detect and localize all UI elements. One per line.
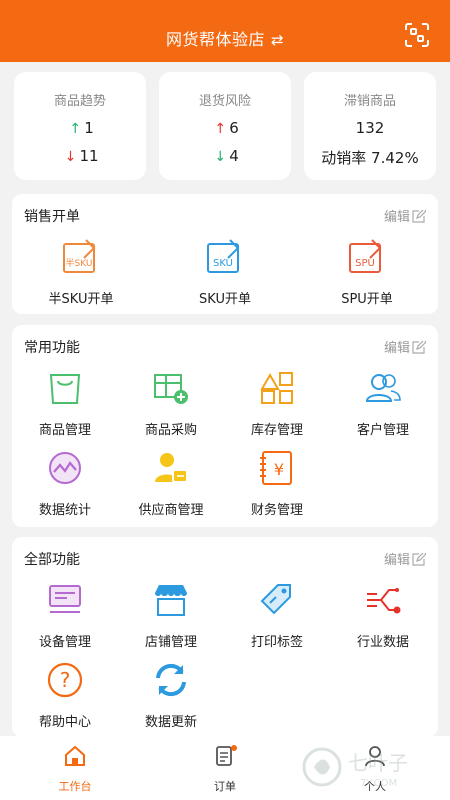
edit-button[interactable]: 编辑 xyxy=(384,337,426,356)
help-center-button[interactable]: ? 帮助中心 xyxy=(12,661,118,730)
half-sku-icon: 半SKU xyxy=(63,239,96,273)
customers-icon xyxy=(365,374,401,402)
data-refresh-button[interactable]: 数据更新 xyxy=(118,661,224,730)
sku-order-button[interactable]: SKU SKU开单 xyxy=(172,238,278,307)
item-label: 数据统计 xyxy=(38,503,91,518)
item-label: 供应商管理 xyxy=(138,503,204,518)
stat-card-return-risk[interactable]: 退货风险 ↑ 6 ↓ 4 xyxy=(159,72,291,180)
leaf-logo-icon: 七叶子 7Y.COM xyxy=(302,747,408,789)
tab-label: 工作台 xyxy=(58,780,92,793)
svg-text:7Y.COM: 7Y.COM xyxy=(360,778,397,789)
item-label: SPU开单 xyxy=(341,292,393,307)
edit-icon xyxy=(412,341,426,354)
item-label: 数据更新 xyxy=(144,715,197,730)
store-management-button[interactable]: 店铺管理 xyxy=(118,581,224,650)
switch-icon: ⇄ xyxy=(270,31,285,49)
stat-card-slow-moving[interactable]: 滞销商品 132 动销率 7.42% xyxy=(304,72,436,180)
arrow-down-icon: ↓ xyxy=(64,149,77,165)
inventory-icon xyxy=(260,372,293,404)
print-tag-button[interactable]: 打印标签 xyxy=(224,581,330,650)
industry-data-button[interactable]: 行业数据 xyxy=(330,581,436,650)
spu-icon: SPU xyxy=(349,239,382,273)
item-label: 打印标签 xyxy=(250,635,303,650)
edit-button[interactable]: 编辑 xyxy=(384,206,426,225)
item-label: 行业数据 xyxy=(356,635,409,650)
supplier-icon xyxy=(155,453,188,483)
edit-icon xyxy=(412,553,426,566)
supplier-management-button[interactable]: 供应商管理 xyxy=(118,449,224,518)
edit-button[interactable]: 编辑 xyxy=(384,549,426,568)
item-label: 商品采购 xyxy=(144,423,197,438)
section-title: 销售开单 xyxy=(24,209,80,225)
stat-count: 132 xyxy=(355,119,385,137)
store-icon xyxy=(155,585,187,616)
stat-down-value: ↓ 11 xyxy=(14,147,146,165)
item-label: 库存管理 xyxy=(250,423,303,438)
item-label: 帮助中心 xyxy=(38,715,91,730)
section-title: 常用功能 xyxy=(24,340,80,356)
half-sku-order-button[interactable]: 半SKU 半SKU开单 xyxy=(28,238,134,307)
tab-workbench[interactable]: 工作台 xyxy=(35,744,115,794)
customer-management-button[interactable]: 客户管理 xyxy=(330,369,436,438)
tab-label: 订单 xyxy=(214,780,236,793)
svg-text:SPU: SPU xyxy=(355,258,375,269)
order-icon xyxy=(216,745,237,766)
stat-up-value: ↑ 1 xyxy=(14,119,146,137)
statistics-icon xyxy=(49,452,81,484)
store-name: 网货帮体验店 xyxy=(165,30,265,49)
stat-rate: 动销率 7.42% xyxy=(321,149,419,167)
item-label: 商品管理 xyxy=(38,423,91,438)
item-label: SKU开单 xyxy=(199,292,251,307)
stat-label: 退货风险 xyxy=(198,94,251,109)
stat-down-value: ↓ 4 xyxy=(159,147,291,165)
tab-orders[interactable]: 订单 xyxy=(185,744,265,794)
workbench-icon xyxy=(65,745,85,766)
purchase-icon xyxy=(154,374,188,404)
item-label: 设备管理 xyxy=(38,635,91,650)
scan-icon[interactable] xyxy=(404,22,430,48)
finance-management-button[interactable]: ¥ 财务管理 xyxy=(224,449,330,518)
device-management-button[interactable]: 设备管理 xyxy=(12,581,118,650)
svg-text:七叶子: 七叶子 xyxy=(348,751,408,775)
print-tag-icon xyxy=(260,584,291,615)
product-management-button[interactable]: 商品管理 xyxy=(12,369,118,438)
edit-icon xyxy=(412,210,426,223)
product-purchase-button[interactable]: 商品采购 xyxy=(118,369,224,438)
industry-data-icon xyxy=(367,588,401,614)
arrow-up-icon: ↑ xyxy=(69,121,82,137)
all-functions-section: 全部功能 编辑 设备管理 店铺管理 打印标签 行业数据 ? 帮助中心 数据更新 xyxy=(12,537,438,737)
item-label: 半SKU开单 xyxy=(48,292,114,307)
watermark-logo: 七叶子 7Y.COM xyxy=(300,742,440,792)
help-icon: ? xyxy=(47,662,83,698)
shopping-bag-icon xyxy=(49,374,81,404)
finance-icon: ¥ xyxy=(260,451,292,485)
statistics-button[interactable]: 数据统计 xyxy=(12,449,118,518)
item-label: 财务管理 xyxy=(250,503,303,518)
stat-up-value: ↑ 6 xyxy=(159,119,291,137)
svg-text:?: ? xyxy=(60,668,71,692)
inventory-management-button[interactable]: 库存管理 xyxy=(224,369,330,438)
store-switcher[interactable]: 网货帮体验店 ⇄ xyxy=(0,26,450,50)
item-label: 客户管理 xyxy=(356,423,409,438)
sales-section: 销售开单 编辑 半SKU 半SKU开单 SKU SKU开单 SPU SPU开单 xyxy=(12,194,438,314)
refresh-icon xyxy=(156,663,186,697)
app-header: 网货帮体验店 ⇄ xyxy=(0,0,450,62)
stat-label: 商品趋势 xyxy=(53,94,106,109)
arrow-down-icon: ↓ xyxy=(214,149,227,165)
section-title: 全部功能 xyxy=(24,552,80,568)
sku-icon: SKU xyxy=(207,239,240,273)
item-label: 店铺管理 xyxy=(144,635,197,650)
stat-card-trend[interactable]: 商品趋势 ↑ 1 ↓ 11 xyxy=(14,72,146,180)
common-functions-section: 常用功能 编辑 商品管理 商品采购 库存管理 客户管理 数据统计 供应商管理 ¥… xyxy=(12,325,438,527)
device-icon xyxy=(49,585,81,613)
svg-text:半SKU: 半SKU xyxy=(66,257,93,269)
spu-order-button[interactable]: SPU SPU开单 xyxy=(314,238,420,307)
svg-text:SKU: SKU xyxy=(213,258,233,269)
stats-row: 商品趋势 ↑ 1 ↓ 11 退货风险 ↑ 6 ↓ 4 滞销商品 132 动销率 7.42… xyxy=(14,72,436,180)
arrow-up-icon: ↑ xyxy=(214,121,227,137)
stat-label: 滞销商品 xyxy=(343,94,396,109)
svg-text:¥: ¥ xyxy=(274,460,284,479)
